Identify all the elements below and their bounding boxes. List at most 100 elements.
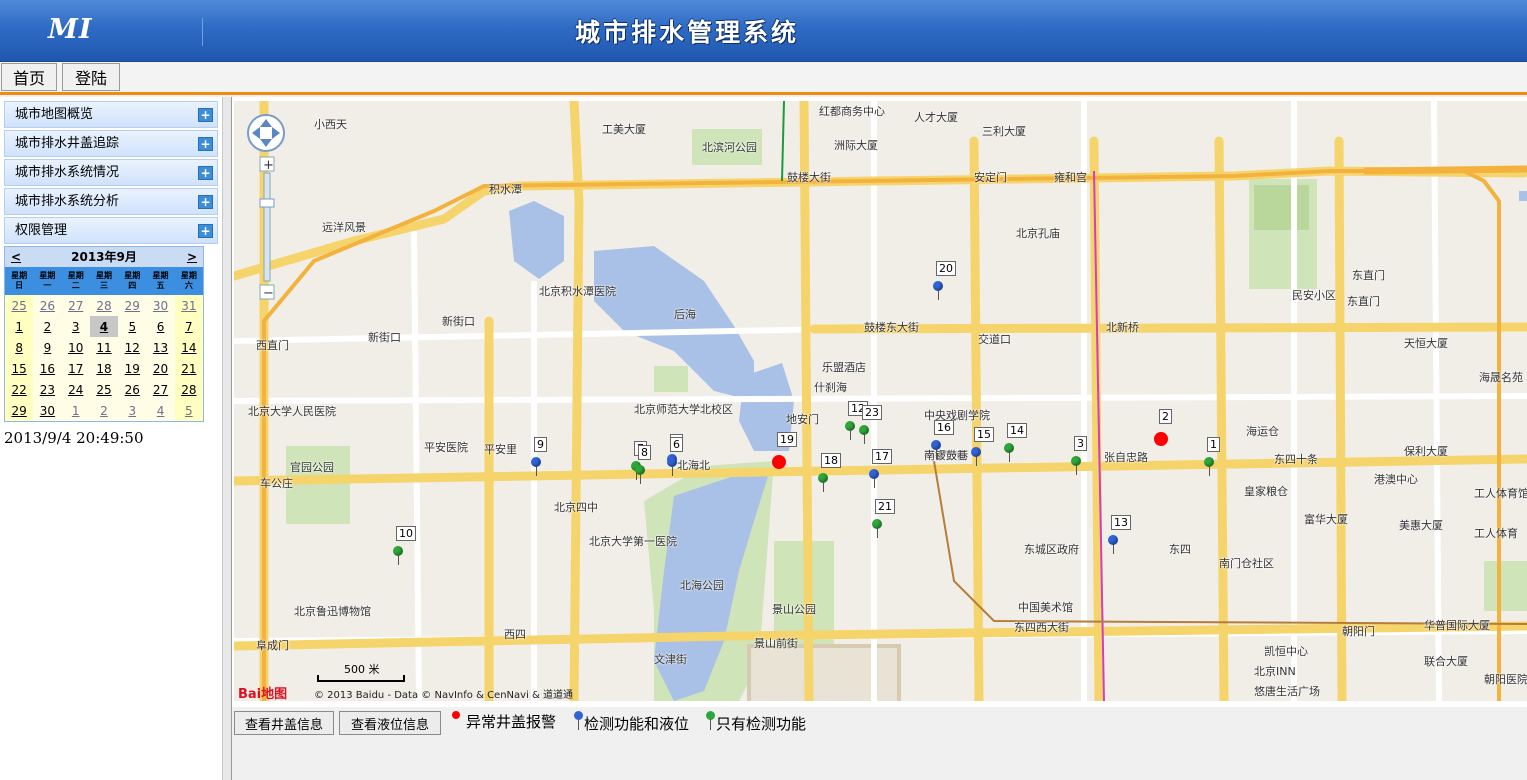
calendar-prev-button[interactable]: < — [11, 247, 21, 267]
calendar-day[interactable]: 28 — [174, 379, 203, 400]
calendar-day[interactable]: 5 — [174, 400, 203, 421]
calendar-day[interactable]: 4 — [146, 400, 175, 421]
calendar-day[interactable]: 24 — [61, 379, 90, 400]
calendar-day[interactable]: 1 — [5, 316, 34, 337]
calendar-day[interactable]: 27 — [61, 295, 90, 316]
calendar-day[interactable]: 25 — [5, 295, 34, 316]
calendar-day[interactable]: 29 — [5, 400, 34, 421]
expand-plus-icon[interactable]: + — [198, 137, 213, 151]
map-place-label: 鼓楼大街 — [787, 171, 831, 184]
calendar-day[interactable]: 20 — [146, 358, 175, 379]
green-pin-icon — [845, 421, 855, 431]
calendar-day[interactable]: 15 — [5, 358, 34, 379]
marker-id-label: 15 — [974, 427, 994, 442]
map-place-label: 阜成门 — [256, 639, 289, 652]
menu-item-map-overview[interactable]: 城市地图概览 + — [4, 101, 218, 128]
calendar-day[interactable]: 26 — [33, 295, 62, 316]
calendar-day[interactable]: 18 — [89, 358, 119, 379]
baidu-logo: Bai地图 — [238, 687, 288, 701]
map-place-label: 北京INN — [1254, 665, 1296, 678]
expand-plus-icon[interactable]: + — [198, 195, 213, 209]
calendar-day[interactable]: 5 — [118, 316, 147, 337]
calendar-day[interactable]: 2 — [89, 400, 119, 421]
map-place-label: 东四西大街 — [1014, 621, 1069, 634]
menu-item-label: 城市排水系统情况 — [15, 165, 120, 180]
map-place-label: 北滨河公园 — [702, 141, 757, 154]
calendar-day[interactable]: 21 — [174, 358, 203, 379]
login-button[interactable]: 登陆 — [62, 63, 120, 91]
sidebar-menu: 城市地图概览 + 城市排水井盖追踪 + 城市排水系统情况 + 城市排水系统分析 … — [4, 101, 218, 246]
menu-item-cover-tracking[interactable]: 城市排水井盖追踪 + — [4, 130, 218, 157]
home-button[interactable]: 首页 — [1, 63, 57, 91]
calendar-day[interactable]: 28 — [89, 295, 119, 316]
map-place-label: 红都商务中心 — [819, 105, 885, 118]
map-place-label: 富华大厦 — [1304, 513, 1348, 526]
green-pin-icon — [706, 711, 716, 731]
expand-plus-icon[interactable]: + — [198, 224, 213, 238]
calendar-day[interactable]: 4 — [89, 316, 119, 337]
app-title: 城市排水管理系统 — [575, 18, 800, 47]
calendar-day[interactable]: 25 — [89, 379, 119, 400]
map-place-label: 中国美术馆 — [1018, 601, 1073, 614]
legend-green: 只有检测功能 — [706, 711, 806, 733]
calendar-day[interactable]: 11 — [89, 337, 119, 358]
panel-splitter[interactable] — [222, 97, 232, 780]
calendar-day[interactable]: 16 — [33, 358, 62, 379]
map-place-label: 北京师范大学北校区 — [634, 403, 733, 416]
map-svg: + − — [234, 101, 1527, 701]
calendar-day[interactable]: 9 — [33, 337, 62, 358]
menu-item-system-status[interactable]: 城市排水系统情况 + — [4, 159, 218, 186]
calendar-day[interactable]: 3 — [61, 316, 90, 337]
calendar-day[interactable]: 8 — [5, 337, 34, 358]
calendar-day[interactable]: 1 — [61, 400, 90, 421]
menu-item-permissions[interactable]: 权限管理 + — [4, 217, 218, 244]
calendar-day[interactable]: 26 — [118, 379, 147, 400]
calendar-weekday: 星期六 — [174, 267, 203, 295]
calendar-day[interactable]: 27 — [146, 379, 175, 400]
marker-id-label: 9 — [534, 437, 547, 452]
calendar-day[interactable]: 3 — [118, 400, 147, 421]
blue-pin-icon — [1108, 535, 1118, 545]
view-cover-info-button[interactable]: 查看井盖信息 — [234, 711, 334, 735]
bottom-toolbar: 查看井盖信息 查看液位信息 异常井盖报警 检测功能和液位 只有检测功能 — [232, 707, 1527, 780]
calendar-day[interactable]: 29 — [118, 295, 147, 316]
map-place-label: 凯恒中心 — [1264, 645, 1308, 658]
calendar-next-button[interactable]: > — [187, 247, 197, 267]
calendar-day[interactable]: 30 — [33, 400, 62, 421]
calendar-day[interactable]: 19 — [118, 358, 147, 379]
map-place-label: 西四 — [504, 628, 526, 641]
calendar-weekday: 星期三 — [89, 267, 119, 295]
marker-id-label: 19 — [777, 432, 797, 447]
calendar-day[interactable]: 2 — [33, 316, 62, 337]
map-place-label: 北京大学人民医院 — [248, 405, 336, 418]
map-place-label: 文津街 — [654, 653, 687, 666]
expand-plus-icon[interactable]: + — [198, 166, 213, 180]
calendar-day[interactable]: 17 — [61, 358, 90, 379]
calendar-day[interactable]: 23 — [33, 379, 62, 400]
menu-item-system-analysis[interactable]: 城市排水系统分析 + — [4, 188, 218, 215]
view-level-info-button[interactable]: 查看液位信息 — [339, 711, 441, 735]
calendar-day[interactable]: 12 — [118, 337, 147, 358]
calendar-day[interactable]: 14 — [174, 337, 203, 358]
calendar-day[interactable]: 6 — [146, 316, 175, 337]
map-place-label: 新街口 — [368, 331, 401, 344]
calendar-day[interactable]: 30 — [146, 295, 175, 316]
calendar-day[interactable]: 31 — [174, 295, 203, 316]
map-place-label: 鼓楼东大街 — [864, 321, 919, 334]
map-place-label: 北海公园 — [680, 579, 724, 592]
calendar-day[interactable]: 13 — [146, 337, 175, 358]
blue-pin-icon — [869, 469, 879, 479]
map-canvas[interactable]: + − 小西天 工美大厦 北滨河公园 积水潭 鼓楼大街 安定门 雍和宫 远洋风景 北京积水潭医院… — [234, 101, 1527, 701]
svg-text:−: − — [263, 286, 274, 301]
calendar-day[interactable]: 7 — [174, 316, 203, 337]
calendar-day[interactable]: 10 — [61, 337, 90, 358]
marker-id-label: 17 — [872, 449, 892, 464]
expand-plus-icon[interactable]: + — [198, 108, 213, 122]
calendar-day[interactable]: 22 — [5, 379, 34, 400]
green-pin-icon — [872, 519, 882, 529]
map-place-label: 地安门 — [786, 413, 819, 426]
map-place-label: 车公庄 — [260, 477, 293, 490]
map-pan-control[interactable] — [247, 114, 285, 152]
map-place-label: 洲际大厦 — [834, 139, 878, 152]
map-place-label: 东直门 — [1347, 295, 1380, 308]
